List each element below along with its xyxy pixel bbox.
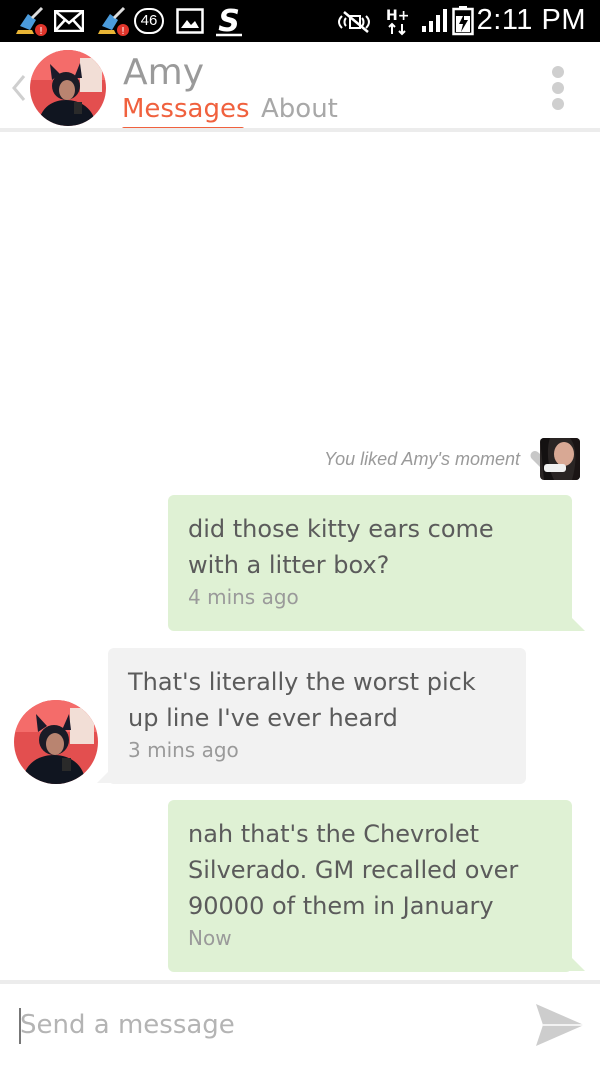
gallery-icon [176,8,204,34]
message-text: That's literally the worst pick [128,668,476,696]
composer-divider [0,980,600,984]
message-text: 90000 of them in January [188,892,494,920]
svg-text:H+: H+ [386,8,409,24]
avatar[interactable] [30,50,106,126]
message-timestamp: 3 mins ago [128,738,239,762]
conversation-header: Amy Messages About [0,42,600,131]
liked-moment-text: You liked Amy's moment [324,449,520,469]
message-input[interactable] [20,1000,500,1050]
bubble-tail [566,952,585,971]
message-text: Silverado. GM recalled over [188,856,519,884]
cleaner-alert-icon: ! [98,6,129,36]
message-timestamp: Now [188,926,232,950]
message-text: nah that's the Chevrolet [188,820,480,848]
mute-icon [338,11,370,33]
overflow-menu-icon[interactable] [548,66,568,112]
message-text: with a litter box? [188,551,390,579]
moment-thumbnail[interactable] [540,438,580,480]
back-chevron-icon[interactable] [6,70,30,106]
header-divider [0,128,600,132]
svg-text:!: ! [39,26,43,36]
incoming-message: That's literally the worst pick up line … [108,648,526,784]
svg-text:!: ! [121,26,125,36]
send-button[interactable] [533,1000,587,1050]
bubble-tail [566,612,585,631]
status-bar: ! ! 46 S H+ 2:11 PM [0,0,600,42]
email-icon [54,10,84,32]
s-app-icon: S [216,5,242,37]
network-type-icon: H+ [386,8,409,36]
battery-charging-icon [452,6,474,36]
cleaner-alert-icon: ! [16,6,47,36]
svg-text:S: S [218,5,240,37]
outgoing-message: nah that's the Chevrolet Silverado. GM r… [168,800,572,972]
tab-messages[interactable]: Messages [122,94,250,124]
avatar[interactable] [14,700,98,784]
tab-about[interactable]: About [261,94,338,124]
message-timestamp: 4 mins ago [188,585,299,609]
bubble-tail [97,764,116,783]
clock: 2:11 PM [476,4,586,36]
notification-count-badge: 46 [134,8,164,34]
message-text: did those kitty ears come [188,515,494,543]
message-text: up line I've ever heard [128,704,398,732]
contact-name: Amy [123,52,204,93]
outgoing-message: did those kitty ears come with a litter … [168,495,572,631]
signal-strength-icon [422,9,447,32]
